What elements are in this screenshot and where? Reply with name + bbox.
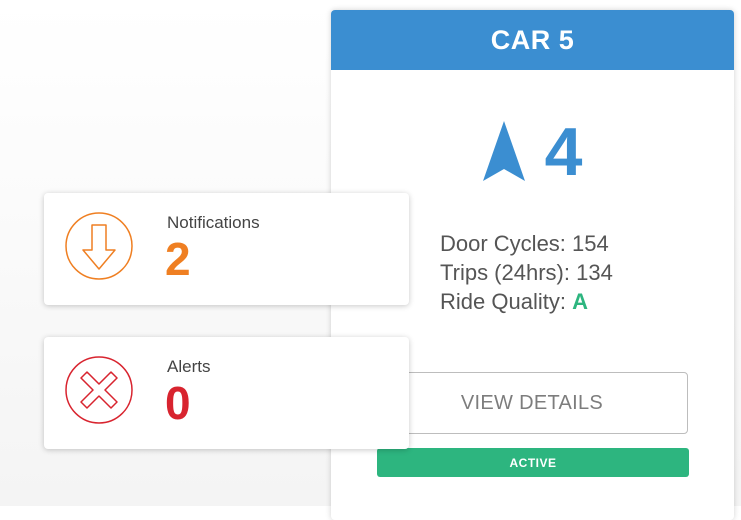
door-cycles-stat: Door Cycles: 154 [440,229,613,258]
notifications-label: Notifications [167,213,260,232]
car-stats: Door Cycles: 154 Trips (24hrs): 134 Ride… [440,229,613,316]
ride-quality-value: A [572,289,588,314]
alerts-count: 0 [165,377,191,429]
up-arrow-icon [482,121,525,183]
notifications-card[interactable]: Notifications 2 [44,193,409,305]
trips-stat: Trips (24hrs): 134 [440,258,613,287]
floor-indicator: 4 [331,118,734,186]
trips-value: 134 [576,260,613,285]
trips-label: Trips (24hrs): [440,260,570,285]
notifications-count: 2 [165,233,191,285]
view-details-button[interactable]: VIEW DETAILS [376,372,688,434]
alerts-card[interactable]: Alerts 0 [44,337,409,449]
ride-quality-stat: Ride Quality: A [440,287,613,316]
door-cycles-value: 154 [572,231,609,256]
ride-quality-label: Ride Quality: [440,289,566,314]
down-arrow-circle-icon [64,211,134,281]
door-cycles-label: Door Cycles: [440,231,566,256]
alerts-label: Alerts [167,357,211,376]
floor-number: 4 [544,114,583,190]
status-badge: ACTIVE [377,448,689,477]
car-title: CAR 5 [331,10,734,70]
x-circle-icon [64,355,134,425]
